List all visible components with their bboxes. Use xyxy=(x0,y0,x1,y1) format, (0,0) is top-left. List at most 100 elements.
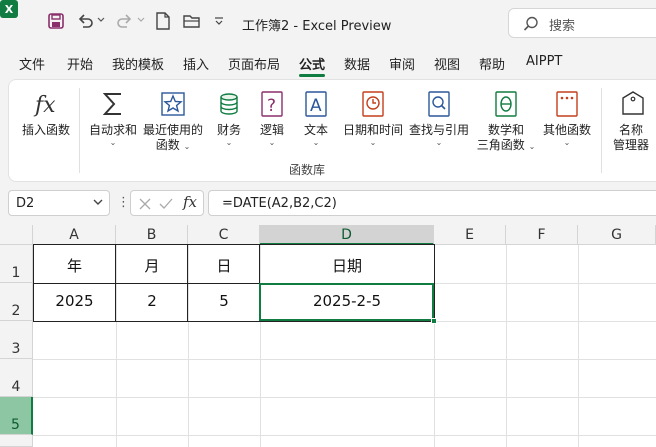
column-header-b[interactable]: B xyxy=(116,225,188,245)
cell-d1[interactable]: 日期 xyxy=(260,255,434,276)
insert-function-fx-icon[interactable]: fx xyxy=(183,193,197,211)
formula-input[interactable]: =DATE(A2,B2,C2) xyxy=(208,190,656,216)
svg-text:A: A xyxy=(310,96,322,116)
cell-c2[interactable]: 5 xyxy=(188,292,260,310)
recent-label-line1: 最近使用的 xyxy=(143,123,204,137)
recently-used-button[interactable]: 最近使用的 函数 ⌄ xyxy=(143,88,203,154)
name-box-value: D2 xyxy=(16,196,35,211)
menu-bar: 文件 开始 我的模板 插入 页面布局 公式 数据 审阅 视图 帮助 AIPPT xyxy=(0,46,656,78)
gridline xyxy=(578,245,579,447)
redo-dropdown-icon[interactable] xyxy=(137,17,145,23)
row-header-6[interactable] xyxy=(0,435,33,447)
financial-label: 财务 xyxy=(216,123,241,137)
excel-logo-icon: X xyxy=(0,0,18,18)
column-header-g[interactable]: G xyxy=(578,225,656,245)
chevron-down-icon: ⌄ xyxy=(369,138,377,147)
name-manager-line1: 名称 xyxy=(618,123,643,137)
more-options-icon[interactable]: ⋮ xyxy=(117,195,130,210)
autosum-label: 自动求和 xyxy=(88,123,137,137)
menu-insert[interactable]: 插入 xyxy=(183,54,209,73)
logical-button[interactable]: ? 逻辑 ⌄ xyxy=(254,88,290,148)
date-time-label: 日期和时间 xyxy=(342,123,403,137)
menu-page-layout[interactable]: 页面布局 xyxy=(228,54,280,73)
menu-data[interactable]: 数据 xyxy=(344,54,370,73)
row-header-2[interactable]: 2 xyxy=(0,283,33,321)
chevron-down-icon: ⌄ xyxy=(528,142,536,151)
coins-icon xyxy=(220,93,238,115)
star-icon xyxy=(161,92,185,116)
chevron-down-icon: ⌄ xyxy=(109,138,117,147)
function-library-group-label: 函数库 xyxy=(289,163,326,177)
column-header-d[interactable]: D xyxy=(260,225,434,245)
cell-c1[interactable]: 日 xyxy=(188,255,260,276)
lookup-reference-button[interactable]: 查找与引用 ⌄ xyxy=(407,88,471,148)
more-functions-button[interactable]: 其他函数 ⌄ xyxy=(541,88,593,148)
new-file-icon[interactable] xyxy=(155,12,171,30)
svg-text:fx: fx xyxy=(33,93,56,118)
name-manager-line2: 管理器 xyxy=(612,138,649,152)
chevron-down-icon: ⌄ xyxy=(563,138,571,147)
search-icon xyxy=(523,16,538,31)
financial-button[interactable]: 财务 ⌄ xyxy=(209,88,249,148)
row-header-5[interactable]: 5 xyxy=(0,397,33,435)
formulas-ribbon: fx 插入函数 自动求和 ⌄ 最近使用的 函数 ⌄ 财务 ⌄ ? 逻辑 ⌄ A … xyxy=(9,80,656,181)
customize-toolbar-icon[interactable] xyxy=(214,17,224,25)
text-functions-button[interactable]: A 文本 ⌄ xyxy=(298,88,334,148)
magnifier-icon xyxy=(428,91,450,117)
name-box[interactable]: D2 xyxy=(8,190,110,216)
gridline xyxy=(33,397,656,398)
cancel-icon[interactable] xyxy=(139,198,151,210)
menu-file[interactable]: 文件 xyxy=(19,54,45,73)
math-label-line1: 数学和 xyxy=(487,123,524,137)
row-header-3[interactable]: 3 xyxy=(0,321,33,359)
menu-aippt[interactable]: AIPPT xyxy=(526,54,562,69)
chevron-down-icon: ⌄ xyxy=(268,138,276,147)
chevron-down-icon[interactable] xyxy=(93,198,103,206)
active-cell-selection xyxy=(259,283,434,321)
tag-icon xyxy=(622,91,644,115)
logical-label: 逻辑 xyxy=(259,123,284,137)
search-placeholder: 搜索 xyxy=(549,19,576,34)
enter-check-icon[interactable] xyxy=(159,198,173,210)
search-box[interactable]: 搜索 xyxy=(508,8,656,38)
redo-icon[interactable] xyxy=(116,12,134,30)
save-icon[interactable] xyxy=(47,12,65,30)
menu-view[interactable]: 视图 xyxy=(434,54,460,73)
chevron-down-icon: ⌄ xyxy=(225,138,233,147)
row-header-4[interactable]: 4 xyxy=(0,359,33,397)
menu-home[interactable]: 开始 xyxy=(67,54,93,73)
menu-help[interactable]: 帮助 xyxy=(479,54,505,73)
select-all-corner[interactable] xyxy=(0,225,33,245)
date-time-button[interactable]: 日期和时间 ⌄ xyxy=(339,88,407,148)
math-trig-button[interactable]: 数学和 三角函数 ⌄ xyxy=(475,88,537,154)
theta-icon xyxy=(495,91,517,117)
chevron-down-icon: ⌄ xyxy=(312,138,320,147)
spreadsheet-grid: A B C D E F G 1 2 3 4 5 年 月 日 日期 2025 2 … xyxy=(0,225,656,447)
autosum-button[interactable]: 自动求和 ⌄ xyxy=(85,88,141,148)
name-manager-button[interactable]: 名称 管理器 xyxy=(609,88,653,153)
menu-my-templates[interactable]: 我的模板 xyxy=(112,54,164,73)
cell-b2[interactable]: 2 xyxy=(116,292,188,310)
active-tab-indicator xyxy=(299,74,325,77)
cell-a1[interactable]: 年 xyxy=(33,255,116,276)
gridline xyxy=(33,359,656,360)
gridline xyxy=(33,435,656,436)
chevron-down-icon: ⌄ xyxy=(435,138,443,147)
recent-label-line2: 函数 xyxy=(155,138,180,152)
formula-text: =DATE(A2,B2,C2) xyxy=(222,196,337,211)
menu-formulas[interactable]: 公式 xyxy=(299,54,325,73)
open-folder-icon[interactable] xyxy=(183,12,201,30)
row-header-1[interactable]: 1 xyxy=(0,245,33,283)
undo-dropdown-icon[interactable] xyxy=(97,17,105,23)
chevron-down-icon: ⌄ xyxy=(183,142,191,151)
column-header-a[interactable]: A xyxy=(33,225,116,245)
insert-function-button[interactable]: fx 插入函数 xyxy=(21,88,71,138)
column-header-c[interactable]: C xyxy=(188,225,260,245)
column-header-e[interactable]: E xyxy=(434,225,506,245)
cell-a2[interactable]: 2025 xyxy=(33,292,116,310)
column-header-f[interactable]: F xyxy=(506,225,578,245)
fill-handle[interactable] xyxy=(431,318,437,324)
undo-icon[interactable] xyxy=(76,12,94,30)
menu-review[interactable]: 审阅 xyxy=(389,54,415,73)
cell-b1[interactable]: 月 xyxy=(116,255,188,276)
